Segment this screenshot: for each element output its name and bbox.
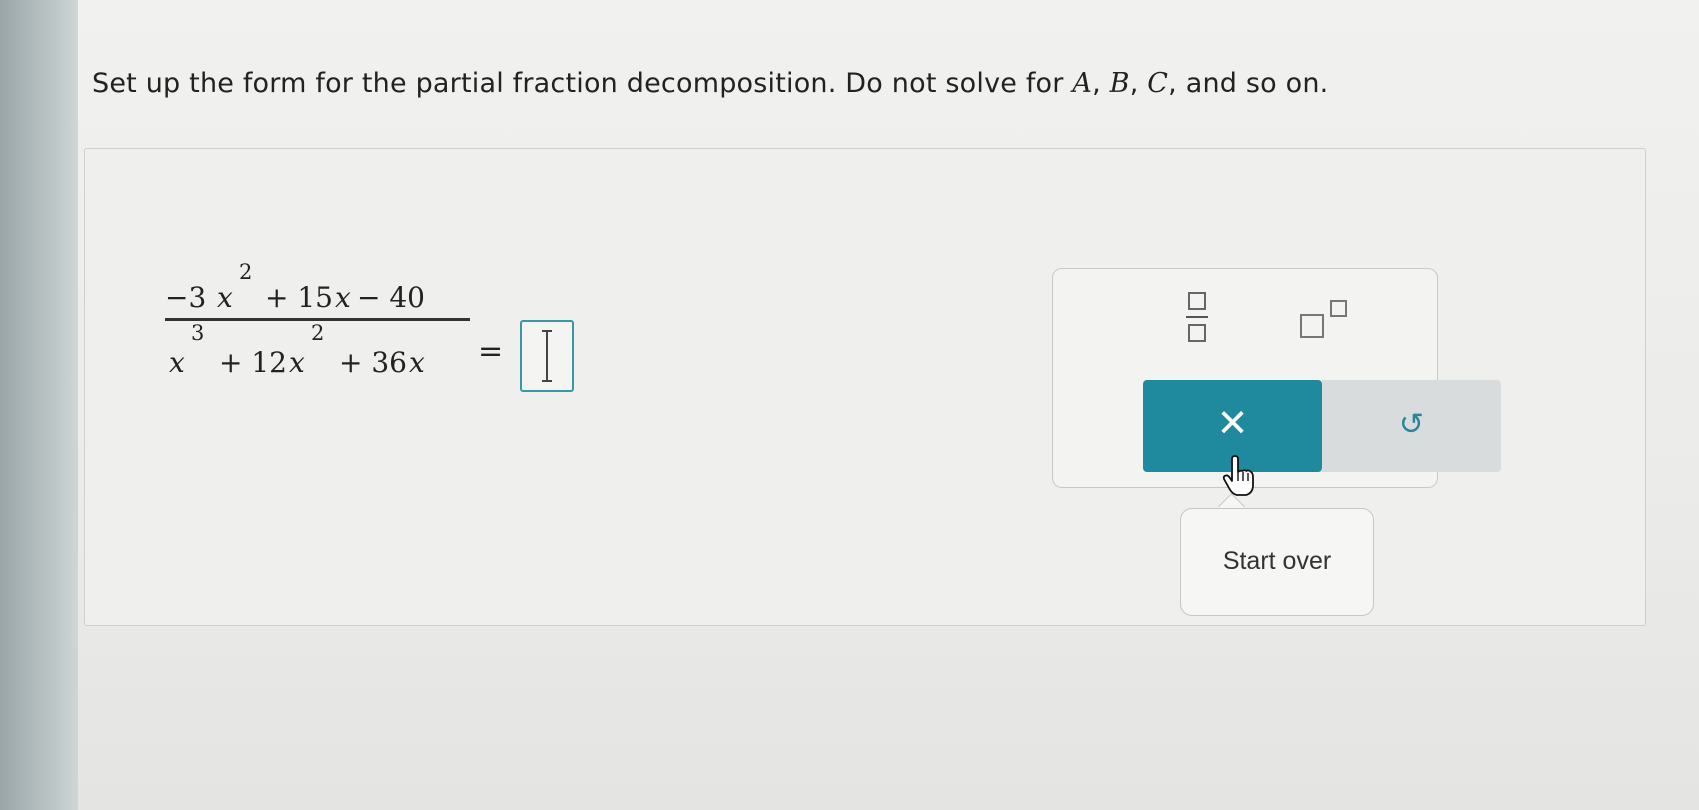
- prompt-var-a: A: [1072, 68, 1093, 99]
- numerator-coef-1: −3: [165, 281, 207, 314]
- rational-expression: −3 x 2 + 15 x − 40 x 3 + 12 x 2 + 36 x: [165, 260, 470, 379]
- numerator-var-1: x: [217, 281, 233, 314]
- denominator-exponent-1: 3: [191, 321, 205, 345]
- denominator-var-3: x: [409, 346, 425, 379]
- prompt-text: Set up the form for the partial fraction…: [92, 68, 1073, 99]
- prompt-sep: ,: [1129, 68, 1148, 99]
- exponent-base-slot: [1300, 314, 1324, 338]
- numerator-term-3: − 40: [357, 281, 425, 314]
- denominator-exponent-2: 2: [311, 321, 325, 345]
- prompt-sep: ,: [1092, 68, 1110, 99]
- denominator: x 3 + 12 x 2 + 36 x: [165, 321, 470, 379]
- equals-sign: =: [478, 334, 504, 369]
- prompt-var-c: C: [1147, 68, 1169, 99]
- fraction-numerator-slot: [1188, 292, 1206, 310]
- fraction-denominator-slot: [1188, 324, 1206, 342]
- start-over-tooltip: Start over: [1180, 508, 1374, 616]
- screen-bezel: [0, 0, 78, 810]
- answer-input[interactable]: [520, 320, 574, 392]
- prompt-text-end: , and so on.: [1168, 68, 1329, 99]
- exponent-power-slot: [1330, 300, 1347, 317]
- tooltip-label: Start over: [1222, 547, 1332, 575]
- numerator-exponent: 2: [239, 260, 253, 284]
- numerator-term-2: + 15: [265, 281, 333, 314]
- close-icon: ✕: [1216, 403, 1249, 445]
- prompt-var-b: B: [1109, 68, 1130, 99]
- denominator-term-3: + 36: [339, 346, 407, 379]
- numerator: −3 x 2 + 15 x − 40: [165, 260, 470, 314]
- fraction-icon[interactable]: [1180, 290, 1216, 350]
- hand-pointer-icon: [1222, 455, 1254, 496]
- fraction-line: [1186, 316, 1208, 318]
- text-cursor-icon: [542, 330, 552, 382]
- undo-icon: ↺: [1398, 408, 1425, 441]
- undo-button[interactable]: ↺: [1322, 380, 1501, 472]
- denominator-var-1: x: [169, 346, 185, 379]
- denominator-var-2: x: [289, 346, 305, 379]
- numerator-var-2: x: [335, 281, 351, 314]
- denominator-term-2: + 12: [219, 346, 287, 379]
- question-prompt: Set up the form for the partial fraction…: [92, 68, 1328, 99]
- superscript-icon[interactable]: [1296, 296, 1356, 346]
